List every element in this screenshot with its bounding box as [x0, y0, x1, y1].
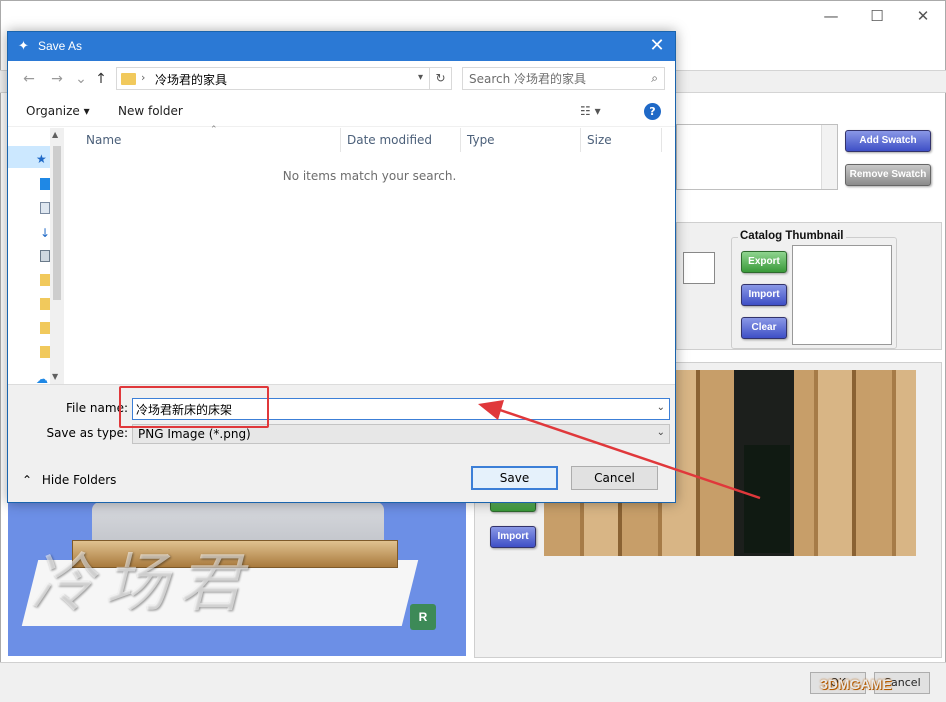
file-name-dropdown-icon[interactable]: ⌄: [657, 402, 665, 413]
navigation-bar: ← → ⌄ ↑ › 冷场君的家具 ▾ ↻ ⌕: [8, 61, 675, 97]
scroll-down-icon[interactable]: ▼: [52, 372, 58, 381]
cancel-button[interactable]: Cancel: [571, 466, 658, 490]
color-swatch-box[interactable]: [683, 252, 715, 284]
remove-swatch-button[interactable]: Remove Swatch: [845, 164, 931, 186]
wood-texture-dark-region: [744, 445, 790, 553]
minimize-button[interactable]: —: [809, 5, 853, 27]
file-name-label: File name:: [66, 401, 128, 415]
folder-icon[interactable]: [40, 298, 50, 310]
empty-list-message: No items match your search.: [282, 169, 457, 183]
column-size[interactable]: Size: [587, 133, 612, 147]
address-bar[interactable]: › 冷场君的家具 ▾: [116, 67, 430, 90]
save-button[interactable]: Save: [471, 466, 558, 490]
dialog-title: Save As: [38, 39, 83, 53]
help-icon[interactable]: ?: [644, 103, 661, 120]
quick-access-star-icon: ★: [36, 152, 47, 166]
app-icon: ✦: [18, 39, 29, 54]
search-input[interactable]: [469, 70, 639, 88]
forward-arrow-icon[interactable]: →: [48, 70, 66, 88]
refresh-icon[interactable]: ↻: [430, 67, 452, 90]
column-divider[interactable]: [661, 128, 662, 152]
save-type-dropdown-icon[interactable]: ⌄: [657, 427, 665, 438]
path-chevron-icon[interactable]: ›: [141, 71, 145, 84]
add-swatch-button[interactable]: Add Swatch: [845, 130, 931, 152]
search-icon[interactable]: ⌕: [651, 71, 658, 86]
column-divider[interactable]: [460, 128, 461, 152]
downloads-icon[interactable]: ↓: [40, 226, 50, 240]
address-path[interactable]: 冷场君的家具: [155, 71, 227, 88]
folder-icon[interactable]: [40, 346, 50, 358]
back-arrow-icon[interactable]: ←: [20, 70, 38, 88]
export-button[interactable]: Export: [741, 251, 787, 273]
preview-watermark: 冷场君: [30, 547, 252, 621]
view-options-icon[interactable]: ☷ ▾: [580, 104, 601, 118]
scroll-thumb[interactable]: [53, 146, 61, 300]
column-divider[interactable]: [580, 128, 581, 152]
folder-icon: [121, 73, 136, 85]
window-close-button[interactable]: ✕: [901, 5, 945, 27]
address-dropdown-icon[interactable]: ▾: [418, 72, 423, 83]
documents-icon[interactable]: [40, 202, 50, 214]
chevron-up-icon: ⌃: [22, 473, 33, 487]
column-name[interactable]: Name: [86, 133, 121, 147]
pictures-icon[interactable]: [40, 250, 50, 262]
save-as-dialog: ✦ Save As ✕ ← → ⌄ ↑ › 冷场君的家具 ▾ ↻ ⌕ Organ…: [7, 31, 676, 503]
up-arrow-icon[interactable]: ↑: [92, 70, 110, 88]
r-logo-icon: R: [410, 604, 436, 630]
hide-folders-label: Hide Folders: [41, 473, 117, 487]
new-folder-button[interactable]: New folder: [118, 104, 183, 118]
dialog-close-button[interactable]: ✕: [647, 36, 667, 56]
column-date-modified[interactable]: Date modified: [347, 133, 432, 147]
catalog-thumbnail-image: [792, 245, 892, 345]
swatch-scrollbar[interactable]: [821, 125, 837, 189]
recent-locations-icon[interactable]: ⌄: [72, 70, 90, 88]
catalog-thumbnail-title: Catalog Thumbnail: [738, 230, 846, 242]
column-type[interactable]: Type: [467, 133, 495, 147]
site-watermark: 3DMGAME: [820, 676, 892, 692]
save-type-value: PNG Image (*.png): [138, 427, 251, 441]
navigation-scrollbar[interactable]: ▲ ▼: [50, 128, 64, 384]
annotation-highlight-box: [119, 386, 269, 428]
column-divider[interactable]: [340, 128, 341, 152]
file-list-header: ⌃ Name Date modified Type Size: [64, 125, 675, 152]
maximize-button[interactable]: ☐: [855, 5, 899, 27]
app-footer: [0, 662, 946, 702]
save-type-label: Save as type:: [46, 426, 128, 440]
clear-button[interactable]: Clear: [741, 317, 787, 339]
swatch-list[interactable]: [676, 124, 838, 190]
hide-folders-button[interactable]: ⌃ Hide Folders: [22, 473, 116, 487]
import-button[interactable]: Import: [741, 284, 787, 306]
sort-ascending-icon: ⌃: [210, 125, 218, 135]
command-bar: Organize ▾ New folder ☷ ▾ ?: [8, 97, 675, 127]
dialog-titlebar[interactable]: ✦ Save As ✕: [8, 32, 675, 61]
search-box[interactable]: ⌕: [462, 67, 665, 90]
scroll-up-icon[interactable]: ▲: [52, 130, 58, 139]
texture-import-button[interactable]: Import: [490, 526, 536, 548]
folder-icon[interactable]: [40, 274, 50, 286]
save-options-pane: File name: ⌄ Save as type: PNG Image (*.…: [8, 384, 675, 502]
onedrive-icon[interactable]: ☁: [36, 372, 48, 386]
folder-icon[interactable]: [40, 322, 50, 334]
desktop-icon[interactable]: [40, 178, 50, 190]
organize-menu-button[interactable]: Organize ▾: [26, 104, 90, 118]
